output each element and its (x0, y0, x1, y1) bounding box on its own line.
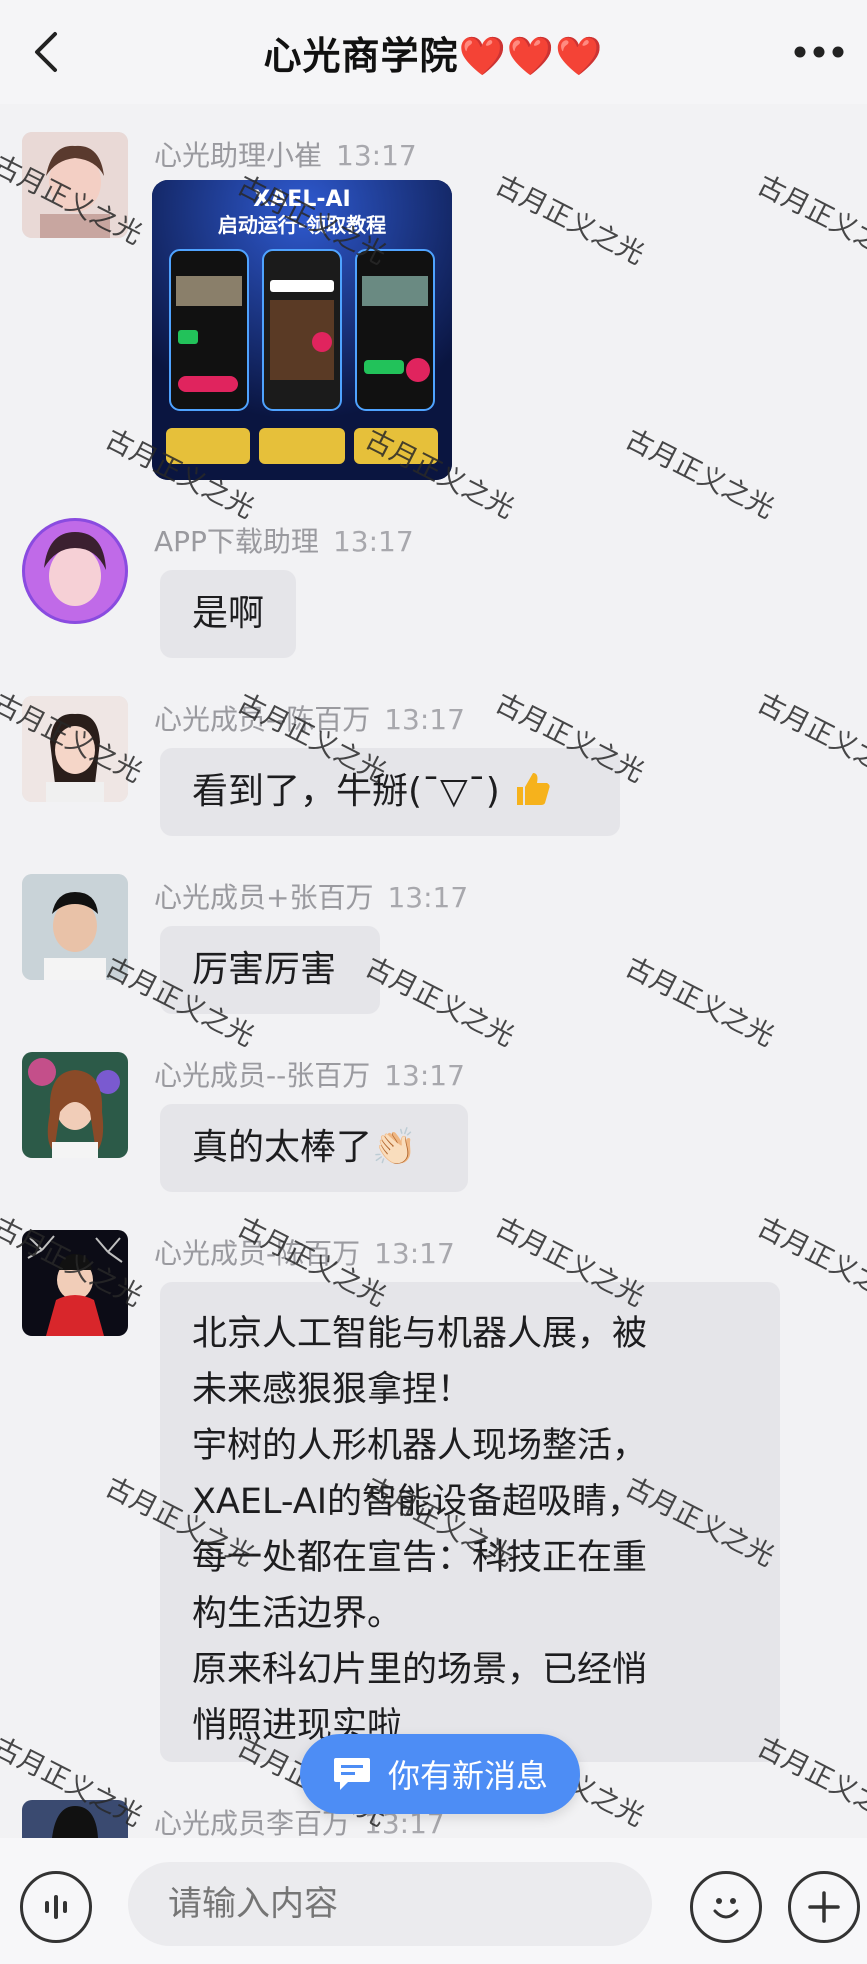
image-message[interactable]: XAEL-AI 启动运行-领取教程 (152, 180, 452, 480)
message-meta: 心光成员--陈百万 13:17 (154, 698, 465, 738)
message-time: 13:17 (374, 1237, 455, 1270)
message-line: 原来科幻片里的场景，已经悄 (192, 1650, 648, 1690)
avatar[interactable] (22, 1230, 128, 1336)
image-title-line1: XAEL-AI (253, 187, 350, 212)
message-bubble[interactable]: 是啊 (160, 570, 296, 658)
message-bubble[interactable]: 看到了，牛掰(¯▽¯) (160, 748, 620, 836)
more-icon (794, 46, 844, 58)
watermark: 古月正义之光 (360, 951, 519, 1053)
avatar[interactable] (22, 874, 128, 980)
back-icon (35, 32, 57, 72)
more-button[interactable] (789, 30, 849, 74)
sender-name: 心光成员--陈百万 (154, 703, 371, 736)
sender-name: 心光成员+张百万 (154, 881, 374, 914)
message-meta: 心光成员-陈百万 13:17 (154, 1232, 455, 1272)
message-time: 13:17 (384, 703, 465, 736)
sender-name: 心光成员李百万 (154, 1807, 351, 1840)
emoji-icon (713, 1898, 739, 1919)
back-button[interactable] (22, 28, 70, 76)
plus-button[interactable] (788, 1871, 860, 1943)
message-line: XAEL-AI的智能设备超吸睛， (192, 1482, 643, 1522)
avatar[interactable] (22, 1800, 128, 1838)
new-message-toast[interactable]: 你有新消息 (300, 1734, 580, 1814)
plus-icon (808, 1891, 840, 1923)
message-meta: 心光助理小崔 13:17 (154, 134, 417, 174)
message-input[interactable] (128, 1862, 652, 1946)
thumbs-up-icon (517, 773, 550, 805)
image-title-line2: 启动运行-领取教程 (218, 213, 386, 237)
message-text: 看到了，牛掰(¯▽¯) (192, 771, 500, 812)
watermark: 古月正义之光 (490, 169, 649, 271)
message-time: 13:17 (387, 881, 469, 914)
message-text: 是啊 (192, 593, 265, 634)
message-icon (333, 1758, 370, 1790)
chat-title: 心光商学院❤️❤️❤️ (263, 33, 604, 78)
message-bubble[interactable]: 北京人工智能与机器人展，被 未来感狠狠拿捏！ 宇树的人形机器人现场整活， XAE… (160, 1282, 780, 1762)
message-bubble[interactable]: 厉害厉害 (160, 926, 380, 1014)
sender-name: 心光成员-陈百万 (154, 1237, 361, 1270)
chat-header: 心光商学院❤️❤️❤️ (0, 0, 867, 104)
sender-name: APP下载助理 (154, 525, 319, 558)
message-meta: 心光成员+张百万 13:17 (154, 876, 468, 916)
message-line: 每一处都在宣告：科技正在重 (192, 1538, 648, 1578)
toast-label: 你有新消息 (387, 1757, 548, 1795)
message-bubble[interactable]: 真的太棒了👏🏻 (160, 1104, 468, 1192)
message-line: 宇树的人形机器人现场整活， (192, 1426, 648, 1466)
composer-bar (0, 1838, 867, 1964)
message-line: 北京人工智能与机器人展，被 (192, 1314, 648, 1354)
watermark: 古月正义之光 (752, 169, 867, 271)
sender-name: 心光助理小崔 (154, 139, 323, 172)
message-time: 13:17 (336, 139, 417, 172)
sender-name: 心光成员--张百万 (154, 1059, 371, 1092)
avatar[interactable] (22, 1052, 128, 1158)
avatar[interactable] (22, 696, 128, 802)
message-line: 未来感狠狠拿捏！ (192, 1370, 473, 1410)
avatar[interactable] (22, 132, 128, 238)
message-time: 13:17 (384, 1059, 465, 1092)
voice-icon (45, 1895, 67, 1919)
emoji-button[interactable] (690, 1871, 762, 1943)
avatar[interactable] (22, 518, 128, 624)
message-text: 真的太棒了👏🏻 (192, 1127, 417, 1168)
message-text: 厉害厉害 (192, 949, 337, 990)
watermark: 古月正义之光 (620, 951, 779, 1053)
voice-button[interactable] (20, 1871, 92, 1943)
watermark: 古月正义之光 (752, 687, 867, 789)
message-meta: APP下载助理 13:17 (154, 520, 414, 560)
message-meta: 心光成员--张百万 13:17 (154, 1054, 465, 1094)
message-line: 构生活边界。 (192, 1594, 403, 1634)
watermark: 古月正义之光 (620, 423, 779, 525)
message-time: 13:17 (332, 525, 414, 558)
